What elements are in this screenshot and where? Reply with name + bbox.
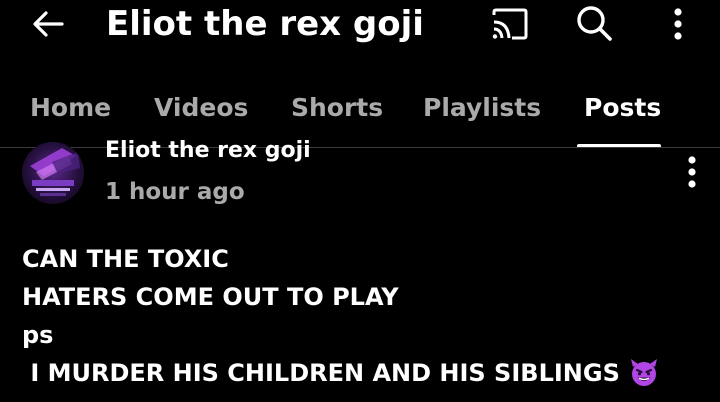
more-vertical-icon: [674, 8, 682, 40]
avatar-image: [22, 142, 84, 204]
post-more-options-button[interactable]: [678, 152, 706, 192]
cast-icon: [492, 8, 528, 40]
post-text-line: I MURDER HIS CHILDREN AND HIS SIBLINGS: [22, 359, 620, 387]
top-app-bar: Eliot the rex goji: [0, 0, 720, 52]
tab-playlists[interactable]: Playlists: [423, 84, 541, 132]
smiling-devil-emoji-icon: [628, 357, 660, 398]
tab-posts[interactable]: Posts: [584, 84, 661, 132]
channel-posts-screen: Eliot the rex goji Home Videos Shorts Pl…: [0, 0, 720, 402]
page-title: Eliot the rex goji: [106, 4, 424, 44]
post-channel-name[interactable]: Eliot the rex goji: [105, 136, 311, 166]
tab-shorts[interactable]: Shorts: [291, 84, 383, 132]
post-text-line: CAN THE TOXIC: [22, 245, 229, 273]
more-options-button[interactable]: [664, 4, 692, 44]
more-vertical-icon: [688, 156, 696, 188]
post-text-line-emoji-row: I MURDER HIS CHILDREN AND HIS SIBLINGS: [22, 354, 712, 392]
post-text-line: HATERS COME OUT TO PLAY: [22, 283, 399, 311]
post-body: CAN THE TOXIC HATERS COME OUT TO PLAY ps…: [22, 240, 712, 392]
back-button[interactable]: [28, 4, 68, 44]
post-text-line: ps: [22, 321, 54, 349]
post-timestamp: 1 hour ago: [105, 179, 245, 205]
tab-home[interactable]: Home: [30, 84, 111, 132]
arrow-left-icon: [33, 11, 64, 37]
tab-videos[interactable]: Videos: [154, 84, 248, 132]
channel-avatar[interactable]: [22, 142, 84, 204]
search-icon: [577, 6, 612, 41]
cast-button[interactable]: [488, 4, 532, 44]
search-button[interactable]: [572, 2, 616, 44]
